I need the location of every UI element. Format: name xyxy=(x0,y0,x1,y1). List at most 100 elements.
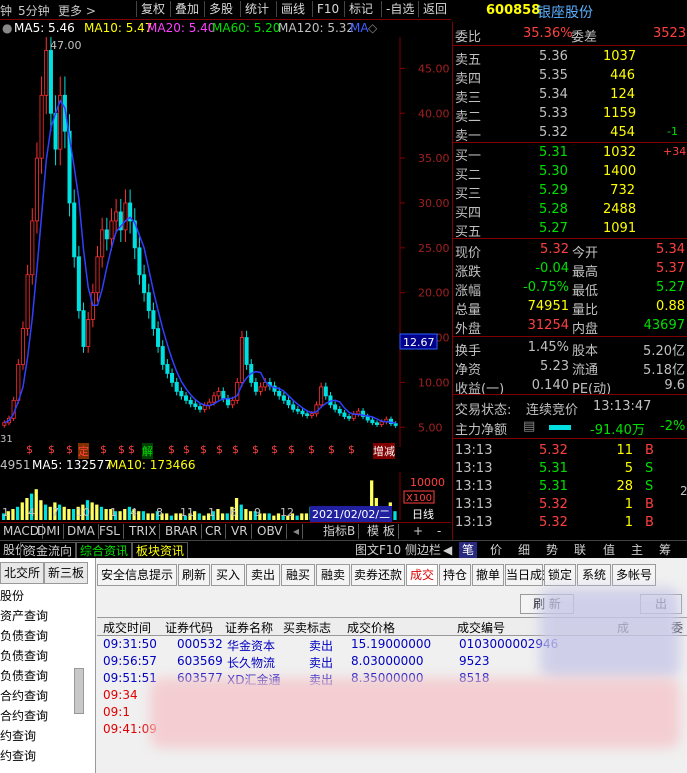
ask-row[interactable]: 卖四 5.35 446 xyxy=(453,67,687,87)
grid-column-header[interactable]: 成交时间 xyxy=(103,619,151,636)
grid-column-header[interactable]: 证券代码 xyxy=(165,619,213,636)
tab-price-dist[interactable]: 价 xyxy=(487,542,505,558)
event-marker-icon[interactable]: $ xyxy=(183,443,190,456)
period-button-min[interactable]: 钟 xyxy=(0,2,12,19)
event-marker-icon[interactable]: $ xyxy=(348,443,355,456)
trade-button[interactable]: 刷新 xyxy=(178,564,210,586)
nav-scrollbar[interactable] xyxy=(74,668,84,714)
trade-button[interactable]: 系统 xyxy=(577,564,611,586)
grid-column-header[interactable]: 成交编号 xyxy=(457,619,505,636)
nav-item[interactable]: 资产查询 xyxy=(0,606,48,626)
trade-button[interactable]: 当日成交 xyxy=(505,564,554,586)
toolbar-overlay-button[interactable]: 叠加 xyxy=(170,1,203,17)
trade-button[interactable]: 多帐号 xyxy=(612,564,656,586)
bid-row[interactable]: 买二 5.30 1400 xyxy=(453,163,687,183)
toolbar-stats-button[interactable]: 统计 xyxy=(240,1,273,17)
ask-row[interactable]: 卖三 5.34 124 xyxy=(453,86,687,106)
zoom-in-button[interactable]: + xyxy=(410,524,426,539)
event-marker-ding[interactable]: 定 xyxy=(78,443,89,459)
ma-tag[interactable]: MA xyxy=(350,21,369,35)
tab-ticks[interactable]: 笔 xyxy=(459,542,478,558)
zoom-out-button[interactable]: - xyxy=(434,524,444,539)
tab-detail[interactable]: 细 xyxy=(515,542,533,558)
tab-dmi[interactable]: DMI xyxy=(34,524,65,539)
collapse-icon[interactable]: ◀ xyxy=(440,542,455,558)
grid-column-header[interactable]: 成交价格 xyxy=(347,619,395,636)
toolbar-f10-button[interactable]: F10 xyxy=(312,1,343,17)
ask-row[interactable]: 卖二 5.33 1159 xyxy=(453,105,687,125)
nav-item[interactable]: 约查询 xyxy=(0,746,36,766)
event-marker-icon[interactable]: $ xyxy=(200,443,207,456)
net-flow-detail-icon[interactable]: ▤ xyxy=(523,419,535,434)
tab-trix[interactable]: TRIX xyxy=(126,524,161,539)
event-marker-icon[interactable]: $ xyxy=(216,443,223,456)
toolbar-multi-stock-button[interactable]: 多股 xyxy=(204,1,237,17)
grid-column-header[interactable]: 买卖标志 xyxy=(283,619,331,636)
event-marker-icon[interactable]: $ xyxy=(168,443,175,456)
tab-brar[interactable]: BRAR xyxy=(162,524,202,539)
nav-item[interactable]: 合约查询 xyxy=(0,686,48,706)
toolbar-back-button[interactable]: 返回 xyxy=(418,1,451,17)
tab-related[interactable]: 联 xyxy=(571,542,589,558)
more-periods-button[interactable]: 更多 > xyxy=(58,2,96,19)
trade-button[interactable]: 安全信息提示 xyxy=(97,564,177,586)
event-marker-icon[interactable]: $ xyxy=(26,443,33,456)
grid-column-header[interactable]: 证券名称 xyxy=(225,619,273,636)
toolbar-fuquan-button[interactable]: 复权 xyxy=(136,1,169,17)
ask-row[interactable]: 卖五 5.36 1037 xyxy=(453,48,687,68)
trade-button[interactable]: 融卖 xyxy=(316,564,350,586)
nav-item[interactable]: 合约查询 xyxy=(0,706,48,726)
event-marker-icon[interactable]: $ xyxy=(100,443,107,456)
tab-bse[interactable]: 北交所 xyxy=(0,562,45,584)
event-marker-icon[interactable]: $ xyxy=(328,443,335,456)
trade-button[interactable]: 融买 xyxy=(281,564,315,586)
trade-button[interactable]: 持仓 xyxy=(439,564,471,586)
tab-neeq[interactable]: 新三板 xyxy=(44,562,89,584)
period-label-daily[interactable]: 日线 xyxy=(412,506,434,522)
ask-row[interactable]: 卖一 5.32 454 -1 xyxy=(453,124,687,144)
event-marker-icon[interactable]: $ xyxy=(288,443,295,456)
event-marker-icon[interactable]: $ xyxy=(48,443,55,456)
tab-fsl[interactable]: FSL xyxy=(96,524,124,539)
trade-button[interactable]: 锁定 xyxy=(544,564,576,586)
tab-dma[interactable]: DMA xyxy=(64,524,99,539)
indicator-b-button[interactable]: 指标B xyxy=(320,524,360,539)
event-marker-icon[interactable]: $ xyxy=(66,443,73,456)
f10-graphic-button[interactable]: 图文F10 xyxy=(352,542,404,558)
toolbar-draw-button[interactable]: 画线 xyxy=(276,1,309,17)
bid-row[interactable]: 买一 5.31 1032 +34 xyxy=(453,144,687,164)
trade-button[interactable]: 成交 xyxy=(406,564,438,586)
nav-item[interactable]: 负债查询 xyxy=(0,646,48,666)
tab-obv[interactable]: OBV xyxy=(254,524,287,539)
bid-row[interactable]: 买三 5.29 732 xyxy=(453,182,687,202)
tab-trend[interactable]: 势 xyxy=(543,542,561,558)
trade-button[interactable]: 卖券还款 xyxy=(351,564,405,586)
tab-vr[interactable]: VR xyxy=(228,524,252,539)
tab-cr[interactable]: CR xyxy=(202,524,226,539)
period-button-5min[interactable]: 5分钟 xyxy=(18,2,50,19)
event-marker-icon[interactable]: $ xyxy=(232,443,239,456)
kline-chart[interactable]: 45.0040.0035.0030.0025.0020.0015.0010.00… xyxy=(0,37,451,447)
event-marker-icon[interactable]: $ xyxy=(128,443,135,456)
nav-item[interactable]: 股份 xyxy=(0,586,24,606)
trade-button[interactable]: 卖出 xyxy=(246,564,280,586)
tab-scroll-left-icon[interactable]: ◂ xyxy=(290,524,304,539)
bid-row[interactable]: 买五 5.27 1091 xyxy=(453,220,687,240)
toolbar-mark-button[interactable]: 标记 xyxy=(344,1,377,17)
trade-button[interactable]: 买入 xyxy=(211,564,245,586)
event-marker-icon[interactable]: $ xyxy=(271,443,278,456)
ma-settings-icon[interactable]: ◇ xyxy=(368,21,377,35)
event-marker-icon[interactable]: $ xyxy=(252,443,259,456)
nav-item[interactable]: 负债查询 xyxy=(0,626,48,646)
sidebar-toggle-button[interactable]: 侧边栏 xyxy=(402,542,444,558)
toolbar-remove-watch-button[interactable]: -自选 xyxy=(381,1,418,17)
template-button[interactable]: 模 板 xyxy=(364,524,399,539)
bid-row[interactable]: 买四 5.28 2488 xyxy=(453,201,687,221)
tab-chips[interactable]: 筹 xyxy=(656,542,674,558)
tab-main[interactable]: 主 xyxy=(628,542,646,558)
event-marker-icon[interactable]: $ xyxy=(308,443,315,456)
event-marker-jie[interactable]: 解 xyxy=(142,443,153,459)
trade-button[interactable]: 撤单 xyxy=(472,564,504,586)
nav-item[interactable]: 约查询 xyxy=(0,726,36,746)
nav-item[interactable]: 负债查询 xyxy=(0,666,48,686)
